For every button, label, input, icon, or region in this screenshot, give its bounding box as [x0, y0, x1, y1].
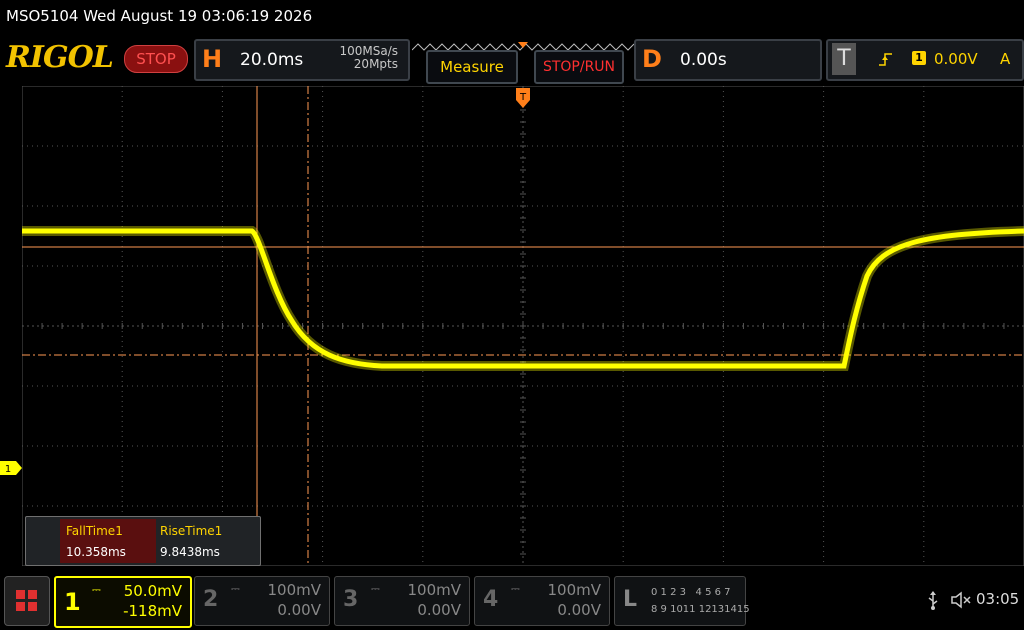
channel1-offset-marker[interactable]: 1	[0, 460, 22, 475]
dc-coupling-icon: ⎓	[92, 583, 101, 596]
channel1-scale: 50.0mV	[123, 582, 182, 600]
horizontal-panel[interactable]: H 20.0ms 100MSa/s 20Mpts	[194, 39, 410, 81]
channel3-panel[interactable]: 3 ⎓ 100mV 0.00V	[334, 576, 470, 626]
stop-run-button[interactable]: STOP/RUN	[534, 50, 624, 84]
channel2-number: 2	[203, 587, 219, 612]
trigger-mode: A	[1000, 50, 1011, 68]
graticule	[22, 86, 1024, 566]
memory-depth: 20Mpts	[353, 57, 398, 71]
trigger-position-marker[interactable]: T	[516, 88, 530, 110]
rising-edge-icon	[879, 53, 892, 66]
status-text: MSO5104 Wed August 19 03:06:19 2026	[6, 7, 313, 25]
trigger-marker-icon: T	[516, 88, 530, 108]
channel4-panel[interactable]: 4 ⎓ 100mV 0.00V	[474, 576, 610, 626]
measurement-panel[interactable]: FallTime1 10.358ms RiseTime1 9.8438ms	[25, 516, 261, 566]
delay-panel[interactable]: D 0.00s	[634, 39, 822, 81]
measure-header-fall: FallTime1	[66, 524, 123, 538]
trigger-position-strip[interactable]	[411, 37, 635, 51]
channel1-marker-icon: 1	[0, 461, 22, 475]
dc-coupling-icon: ⎓	[231, 582, 240, 595]
status-line: MSO5104 Wed August 19 03:06:19 2026	[0, 0, 1024, 32]
trigger-source-badge: 1	[912, 51, 926, 65]
measure-value-rise: 9.8438ms	[160, 545, 220, 559]
delay-value: 0.00s	[680, 50, 727, 70]
channel2-panel[interactable]: 2 ⎓ 100mV 0.00V	[194, 576, 330, 626]
speaker-muted-icon[interactable]	[950, 591, 972, 609]
rigol-logo: RIGOL	[6, 40, 114, 75]
trigger-letter: T	[832, 43, 856, 75]
timebase-value: 20.0ms	[240, 50, 304, 70]
trigger-panel[interactable]: T 1 0.00V A	[826, 39, 1024, 81]
channel3-scale: 100mV	[407, 581, 461, 599]
channel1-panel[interactable]: 1 ⎓ 50.0mV -118mV	[54, 576, 192, 628]
logic-panel[interactable]: L 0 1 2 3 4 5 6 7 8 9 1011 12131415	[614, 576, 750, 626]
menu-button[interactable]	[4, 576, 50, 626]
sample-info: 100MSa/s 20Mpts	[308, 45, 398, 71]
dc-coupling-icon: ⎓	[371, 582, 380, 595]
logic-bits-row2: 8 9 1011 12131415	[651, 604, 750, 615]
horizontal-letter: H	[202, 45, 223, 73]
logic-bits-row1: 0 1 2 3 4 5 6 7	[651, 587, 731, 598]
measure-button[interactable]: Measure	[426, 50, 518, 84]
channel1-offset: -118mV	[123, 602, 182, 620]
channel1-number: 1	[64, 588, 81, 616]
clock: 03:05	[976, 590, 1020, 608]
waveform-display[interactable]	[22, 86, 1024, 566]
channel4-scale: 100mV	[547, 581, 601, 599]
trigger-marker-text: T	[519, 92, 527, 103]
run-state-badge[interactable]: STOP	[124, 45, 188, 73]
usb-icon	[928, 591, 938, 610]
trigger-level: 0.00V	[934, 50, 978, 68]
logic-letter: L	[623, 587, 638, 612]
delay-letter: D	[642, 45, 662, 73]
grid-menu-icon	[16, 590, 37, 611]
channel4-offset: 0.00V	[557, 601, 601, 619]
channel4-number: 4	[483, 587, 499, 612]
channel3-number: 3	[343, 587, 359, 612]
channel1-marker-text: 1	[5, 464, 11, 475]
measure-value-fall: 10.358ms	[66, 545, 126, 559]
channel2-scale: 100mV	[267, 581, 321, 599]
dc-coupling-icon: ⎓	[511, 582, 520, 595]
measure-header-rise: RiseTime1	[160, 524, 223, 538]
channel2-offset: 0.00V	[277, 601, 321, 619]
channel3-offset: 0.00V	[417, 601, 461, 619]
